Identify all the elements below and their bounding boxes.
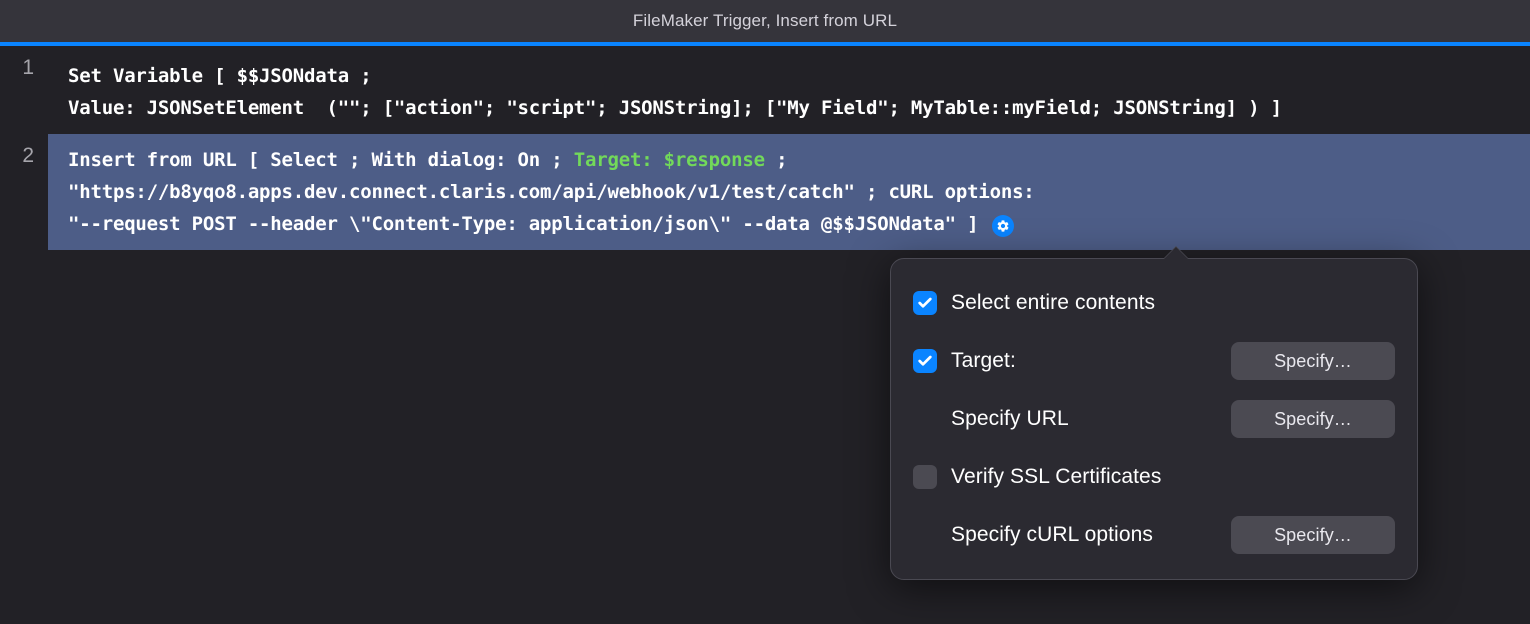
option-label: Target:: [951, 349, 1231, 373]
script-step-insert-from-url: Insert from URL [ Select ; With dialog: …: [68, 144, 1514, 240]
target-highlight: Target: $response: [574, 149, 765, 171]
script-step-options-popover: Select entire contents Target: Specify… …: [890, 258, 1418, 580]
option-row-target: Target: Specify…: [913, 337, 1395, 385]
option-row-specify-url: Specify URL Specify…: [913, 395, 1395, 443]
option-label: Specify cURL options: [951, 523, 1231, 547]
option-row-select-entire: Select entire contents: [913, 279, 1395, 327]
option-row-curl-options: Specify cURL options Specify…: [913, 511, 1395, 559]
checkbox-target[interactable]: [913, 349, 937, 373]
checkbox-verify-ssl[interactable]: [913, 465, 937, 489]
option-label: Verify SSL Certificates: [951, 465, 1395, 489]
line-number: 2: [0, 134, 48, 250]
specify-curl-button[interactable]: Specify…: [1231, 516, 1395, 554]
option-label: Select entire contents: [951, 291, 1395, 315]
option-label: Specify URL: [951, 407, 1231, 431]
gear-icon[interactable]: [992, 215, 1014, 237]
option-row-verify-ssl: Verify SSL Certificates: [913, 453, 1395, 501]
script-row-selected[interactable]: 2 Insert from URL [ Select ; With dialog…: [0, 134, 1530, 250]
specify-target-button[interactable]: Specify…: [1231, 342, 1395, 380]
line-number: 1: [0, 46, 48, 134]
popover-arrow: [1163, 247, 1189, 260]
window-titlebar: FileMaker Trigger, Insert from URL: [0, 0, 1530, 42]
window-title: FileMaker Trigger, Insert from URL: [633, 11, 897, 31]
script-area: 1 Set Variable [ $$JSONdata ; Value: JSO…: [0, 46, 1530, 250]
script-step-set-variable: Set Variable [ $$JSONdata ; Value: JSONS…: [68, 60, 1514, 124]
specify-url-button[interactable]: Specify…: [1231, 400, 1395, 438]
checkbox-select-entire[interactable]: [913, 291, 937, 315]
script-row[interactable]: 1 Set Variable [ $$JSONdata ; Value: JSO…: [0, 46, 1530, 134]
